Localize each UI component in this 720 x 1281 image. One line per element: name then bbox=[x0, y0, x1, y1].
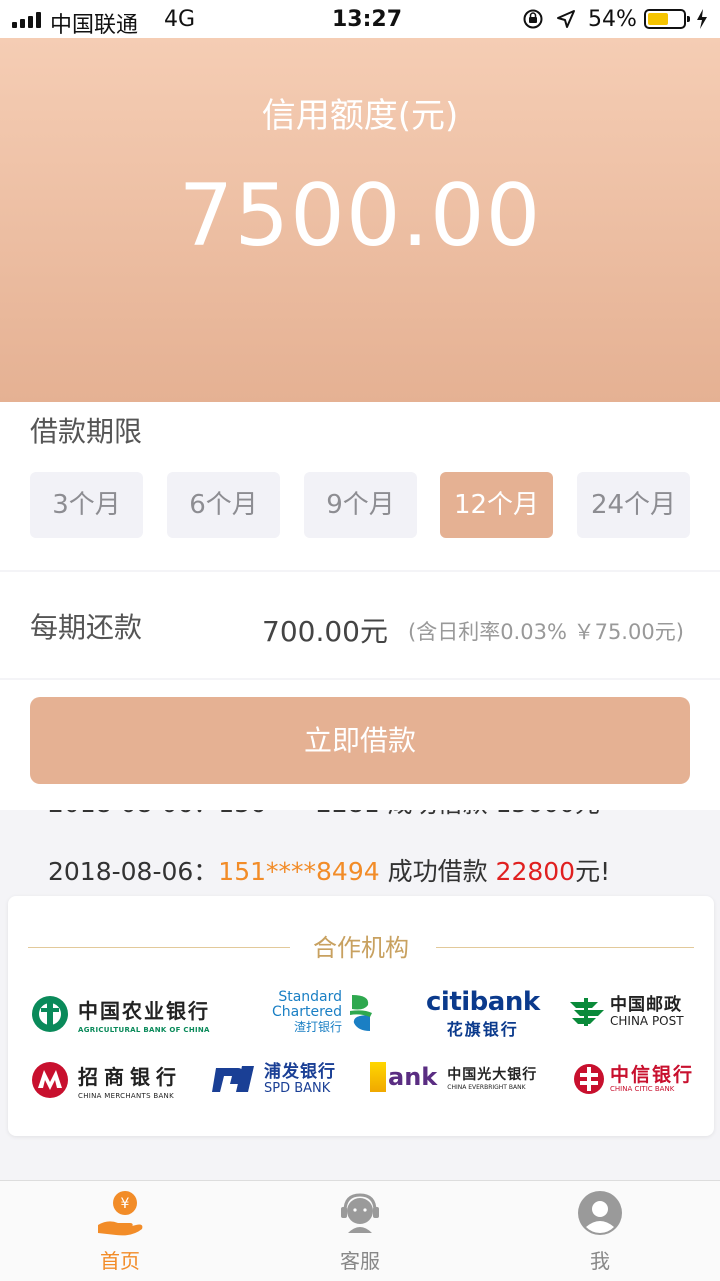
spd-en: SPD BANK bbox=[264, 1080, 331, 1096]
carrier-name: 中国联通 bbox=[50, 13, 139, 38]
citic-en: CHINA CITIC BANK bbox=[610, 1085, 675, 1093]
ceb-icon bbox=[370, 1062, 386, 1092]
charging-icon bbox=[697, 9, 707, 29]
repayment-section: 每期还款 700.00元 (含日利率0.03% ￥75.00元) bbox=[0, 572, 720, 678]
sc-cn: 渣打银行 bbox=[294, 1020, 343, 1034]
tab-customer-service[interactable]: 客服 bbox=[240, 1181, 480, 1281]
abc-bank-icon bbox=[32, 996, 68, 1032]
ticker-unit: 元! bbox=[575, 857, 611, 886]
abc-bank-en: AGRICULTURAL BANK OF CHINA bbox=[78, 1025, 210, 1034]
ceb-cn: 中国光大银行 bbox=[447, 1066, 538, 1083]
battery-icon bbox=[644, 9, 690, 29]
spd-bank-logo: 浦发银行 SPD BANK bbox=[212, 1062, 336, 1096]
china-post-icon bbox=[570, 998, 604, 1026]
repayment-label: 每期还款 bbox=[30, 611, 143, 644]
tab-me[interactable]: 我 bbox=[480, 1181, 720, 1281]
loan-term-section: 借款期限 3个月 6个月 9个月 12个月 24个月 bbox=[0, 402, 720, 570]
sc-line1: Standard bbox=[278, 989, 343, 1005]
sc-icon bbox=[350, 994, 373, 1031]
citibank-logo: citibank 花旗银行 bbox=[426, 988, 540, 1040]
battery-percent: 54% bbox=[588, 7, 637, 32]
spd-bank-icon bbox=[212, 1066, 254, 1092]
credit-limit-amount: 7500.00 bbox=[178, 166, 542, 266]
citi-en: citibank bbox=[426, 987, 540, 1017]
ticker-amount: 22800 bbox=[495, 857, 576, 886]
partners-card: 合作机构 中国农业银行 AGRICULTURAL BANK OF CHINA S… bbox=[8, 896, 714, 1136]
ticker-line: 2018-08-06：151****8494 成功借款 22800元! bbox=[48, 852, 610, 888]
tab-customer-service-label: 客服 bbox=[340, 1249, 380, 1273]
borrow-now-button[interactable]: 立即借款 bbox=[30, 697, 690, 784]
china-post-en: CHINA POST bbox=[610, 1014, 684, 1028]
home-loan-icon: ¥ bbox=[98, 1191, 143, 1236]
cmb-cn: 招商银行 bbox=[78, 1064, 182, 1089]
loan-term-title: 借款期限 bbox=[30, 415, 143, 448]
citic-cn: 中信银行 bbox=[610, 1064, 695, 1086]
ceb-en: CHINA EVERBRIGHT BANK bbox=[447, 1083, 526, 1091]
repayment-amount: 700.00元 bbox=[262, 615, 388, 648]
term-option-12-months[interactable]: 12个月 bbox=[440, 472, 553, 538]
citi-cn: 花旗银行 bbox=[446, 1020, 519, 1039]
term-option-6-months[interactable]: 6个月 bbox=[167, 472, 280, 538]
signal-icon bbox=[12, 12, 44, 28]
tab-home[interactable]: ¥ 首页 bbox=[0, 1181, 240, 1281]
ticker-phone: 151****8494 bbox=[218, 857, 380, 886]
ticker-text: 成功借款 bbox=[379, 857, 496, 886]
ceb-prefix: ank bbox=[388, 1063, 438, 1091]
credit-header: 信用额度(元) 7500.00 bbox=[0, 38, 720, 402]
ticker-previous-line: 2018-08-06：136****2281 成功借款 15000元 bbox=[48, 810, 600, 820]
rotation-lock-icon bbox=[523, 9, 543, 29]
cmb-logo: 招商银行 CHINA MERCHANTS BANK bbox=[30, 1060, 182, 1100]
china-post-logo: 中国邮政 CHINA POST bbox=[568, 996, 684, 1028]
partners-title: 合作机构 bbox=[313, 934, 409, 962]
customer-service-icon bbox=[341, 1193, 379, 1233]
standard-chartered-logo: Standard Chartered 渣打银行 bbox=[272, 990, 376, 1035]
china-post-cn: 中国邮政 bbox=[610, 995, 682, 1015]
sc-line2: Chartered bbox=[272, 1004, 343, 1020]
status-bar: 中国联通 4G 13:27 54% bbox=[0, 0, 720, 38]
svg-text:¥: ¥ bbox=[121, 1196, 130, 1212]
clock: 13:27 bbox=[332, 7, 403, 32]
cmb-icon bbox=[32, 1062, 68, 1098]
cmb-en: CHINA MERCHANTS BANK bbox=[78, 1091, 174, 1100]
borrow-button-area: 立即借款 bbox=[0, 680, 720, 810]
location-icon bbox=[557, 10, 575, 28]
tab-home-label: 首页 bbox=[100, 1249, 140, 1273]
abc-bank-logo: 中国农业银行 AGRICULTURAL BANK OF CHINA bbox=[30, 994, 210, 1034]
citic-bank-logo: 中信银行 CHINA CITIC BANK bbox=[572, 1062, 694, 1096]
ceb-logo: ank 中国光大银行 CHINA EVERBRIGHT BANK bbox=[370, 1062, 537, 1092]
term-option-9-months[interactable]: 9个月 bbox=[304, 472, 417, 538]
tab-me-label: 我 bbox=[590, 1249, 610, 1273]
repayment-interest-note: (含日利率0.03% ￥75.00元) bbox=[408, 620, 684, 644]
network-type: 4G bbox=[164, 7, 196, 32]
loan-ticker: 2018-08-06：136****2281 成功借款 15000元 2018-… bbox=[0, 810, 720, 890]
abc-bank-cn: 中国农业银行 bbox=[78, 998, 210, 1023]
spd-cn: 浦发银行 bbox=[264, 1061, 336, 1082]
citic-bank-icon bbox=[574, 1064, 604, 1094]
term-option-3-months[interactable]: 3个月 bbox=[30, 472, 143, 538]
user-avatar-icon bbox=[578, 1191, 622, 1235]
term-option-24-months[interactable]: 24个月 bbox=[577, 472, 690, 538]
tab-bar: ¥ 首页 客服 我 bbox=[0, 1180, 720, 1281]
credit-limit-label: 信用额度(元) bbox=[261, 96, 459, 136]
ticker-date: 2018-08-06： bbox=[48, 857, 219, 886]
